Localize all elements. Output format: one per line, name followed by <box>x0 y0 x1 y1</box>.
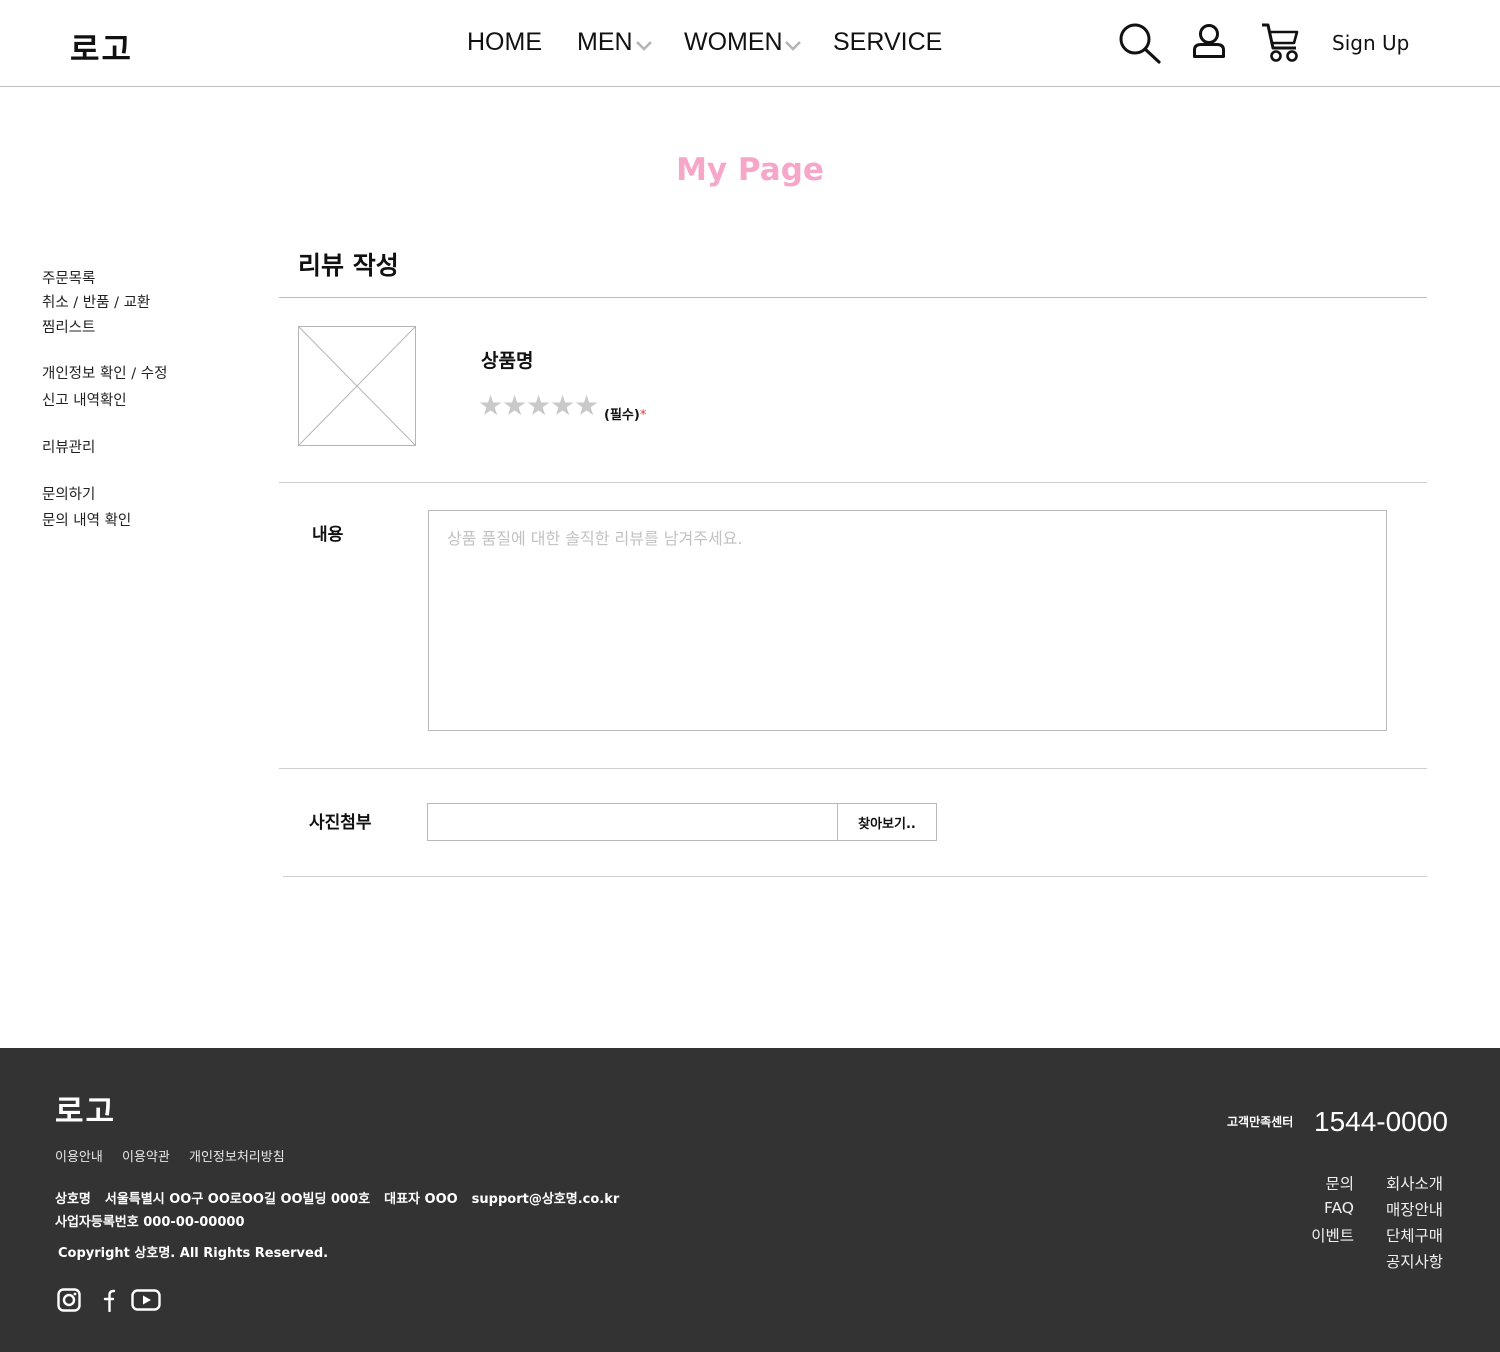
product-name: 상품명 <box>481 350 534 372</box>
nav-women[interactable]: WOMEN <box>684 28 783 57</box>
footer-logo[interactable]: 로고 <box>55 1086 116 1131</box>
signup-link[interactable]: Sign Up <box>1332 31 1409 55</box>
facebook-icon[interactable] <box>98 1288 116 1312</box>
footer-menu-about[interactable]: 회사소개 <box>1386 1172 1443 1194</box>
company-email: support@상호명.co.kr <box>471 1192 620 1207</box>
cart-icon[interactable] <box>1260 22 1302 64</box>
user-icon[interactable] <box>1192 23 1226 59</box>
product-image-placeholder <box>298 326 416 446</box>
required-label: (필수) <box>604 408 640 423</box>
browse-button[interactable]: 찾아보기.. <box>837 803 937 841</box>
star-icon[interactable]: ★ <box>526 392 551 420</box>
site-footer: 로고 이용안내 이용약관 개인정보처리방침 상호명 서울특별시 OO구 OO로OO… <box>0 1048 1500 1352</box>
youtube-icon[interactable] <box>131 1288 161 1312</box>
instagram-icon[interactable] <box>57 1288 81 1312</box>
sidebar-item-inquiry-history[interactable]: 문의 내역 확인 <box>42 509 131 530</box>
company-address: 서울특별시 OO구 OO로OO길 OO빌딩 000호 <box>104 1192 371 1207</box>
chevron-down-icon[interactable] <box>635 40 653 52</box>
divider <box>283 876 1427 877</box>
review-content-textarea[interactable] <box>428 510 1387 731</box>
footer-menu-stores[interactable]: 매장안내 <box>1386 1198 1443 1220</box>
required-note: (필수)* <box>604 404 646 423</box>
file-path-input[interactable] <box>427 803 838 841</box>
cs-center-label: 고객만족센터 <box>1227 1115 1294 1129</box>
star-icon[interactable]: ★ <box>550 392 575 420</box>
company-name: 상호명 <box>55 1192 91 1207</box>
star-rating[interactable]: ★ ★ ★ ★ ★ <box>478 392 599 420</box>
sidebar-item-orders[interactable]: 주문목록 <box>42 267 95 288</box>
star-icon[interactable]: ★ <box>574 392 599 420</box>
footer-link-guide[interactable]: 이용안내 <box>55 1146 103 1165</box>
divider <box>279 768 1427 769</box>
footer-link-privacy[interactable]: 개인정보처리방침 <box>189 1146 285 1165</box>
photo-label: 사진첨부 <box>309 813 372 833</box>
divider <box>279 297 1427 298</box>
sidebar-item-profile[interactable]: 개인정보 확인 / 수정 <box>42 362 167 383</box>
footer-menu-group-purchase[interactable]: 단체구매 <box>1386 1224 1443 1246</box>
required-asterisk: * <box>639 408 647 423</box>
company-ceo: 대표자 OOO <box>384 1192 458 1207</box>
footer-link-terms[interactable]: 이용약관 <box>122 1146 170 1165</box>
sidebar-item-reviews[interactable]: 리뷰관리 <box>42 436 95 457</box>
sidebar-item-wishlist[interactable]: 찜리스트 <box>42 316 95 337</box>
divider <box>279 482 1427 483</box>
star-icon[interactable]: ★ <box>502 392 527 420</box>
search-icon[interactable] <box>1118 22 1162 64</box>
star-icon[interactable]: ★ <box>478 392 503 420</box>
business-number: 사업자등록번호 000-00-00000 <box>55 1215 245 1230</box>
footer-menu-event[interactable]: 이벤트 <box>1311 1224 1354 1246</box>
chevron-down-icon[interactable] <box>784 40 802 52</box>
nav-service[interactable]: SERVICE <box>833 28 942 57</box>
site-logo[interactable]: 로고 <box>70 24 133 70</box>
footer-menu-inquiry[interactable]: 문의 <box>1325 1172 1354 1194</box>
section-title: 리뷰 작성 <box>298 251 399 280</box>
nav-men[interactable]: MEN <box>577 28 633 57</box>
copyright: Copyright 상호명. All Rights Reserved. <box>58 1246 329 1261</box>
content-label: 내용 <box>312 525 344 545</box>
sidebar-item-cancel-return[interactable]: 취소 / 반품 / 교환 <box>42 291 150 312</box>
sidebar-item-reports[interactable]: 신고 내역확인 <box>42 389 127 410</box>
site-header: 로고 HOME MEN WOMEN SERVICE Sign Up <box>0 0 1500 87</box>
footer-menu-faq[interactable]: FAQ <box>1324 1199 1354 1217</box>
page-title: My Page <box>676 152 824 188</box>
footer-menu-notice[interactable]: 공지사항 <box>1386 1250 1443 1272</box>
cs-phone-number: 1544-0000 <box>1314 1106 1448 1137</box>
image-placeholder-icon <box>298 326 416 446</box>
company-info: 상호명 서울특별시 OO구 OO로OO길 OO빌딩 000호 대표자 OOO supp… <box>55 1188 633 1207</box>
nav-home[interactable]: HOME <box>467 28 542 57</box>
sidebar-item-inquiry[interactable]: 문의하기 <box>42 483 95 504</box>
